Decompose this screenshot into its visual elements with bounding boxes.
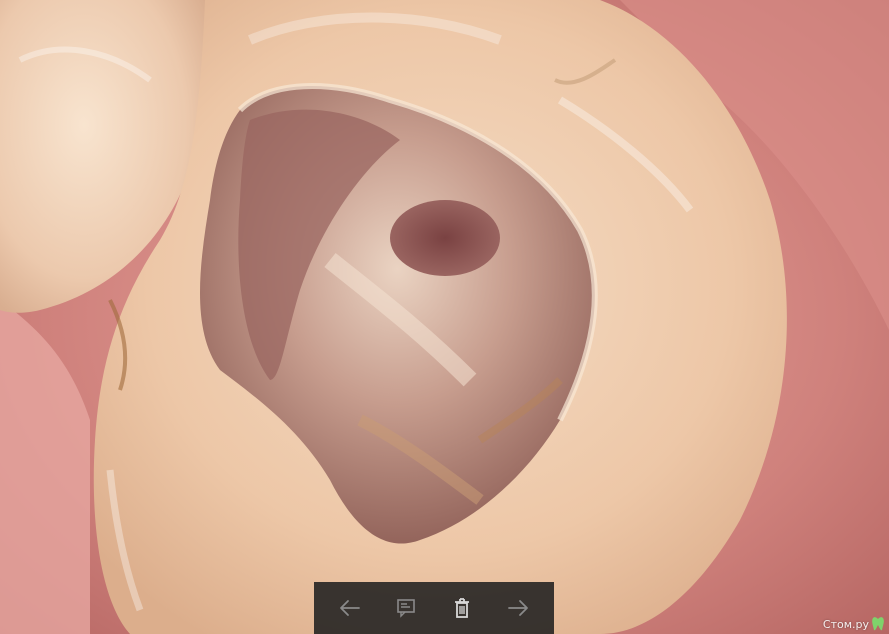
arrow-left-icon [340,600,360,616]
photo-toolbar [314,582,554,634]
slideshow-icon [397,599,415,618]
slideshow-button[interactable] [386,588,426,628]
previous-button[interactable] [330,588,370,628]
photo [0,0,889,634]
watermark-text: Стом.ру [822,617,869,631]
site-watermark: Стом.ру [823,616,885,632]
delete-button[interactable] [442,588,482,628]
next-button[interactable] [498,588,538,628]
image-viewer: Стом.ру [0,0,889,634]
trash-icon [455,598,469,618]
tooth-logo-icon [872,617,884,631]
arrow-right-icon [508,600,528,616]
